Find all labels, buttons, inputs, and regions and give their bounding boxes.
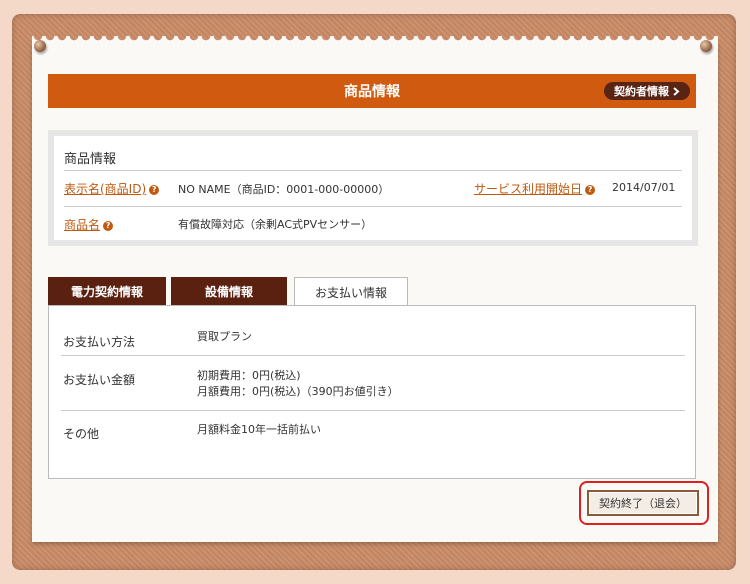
payment-amount-label: お支払い金額 <box>63 373 136 387</box>
divider <box>61 355 685 356</box>
end-contract-button[interactable]: 契約終了（退会） <box>587 490 699 516</box>
payment-amount-monthly: 月額費用：0円(税込)（390円お値引き） <box>197 385 399 398</box>
question-icon[interactable]: ? <box>149 185 160 195</box>
product-name-label: 商品名 <box>64 218 101 232</box>
chevron-right-icon <box>673 86 680 96</box>
contractor-info-label: 契約者情報 <box>614 85 669 98</box>
divider <box>61 410 685 411</box>
question-icon[interactable]: ? <box>585 185 596 195</box>
paper-torn-edge <box>32 36 718 48</box>
service-start-label: サービス利用開始日 <box>474 182 583 196</box>
tab-payment[interactable]: お支払い情報 <box>294 277 408 306</box>
display-name-link[interactable]: 表示名(商品ID)? <box>64 180 160 197</box>
payment-method-value: 買取プラン <box>197 330 252 343</box>
payment-panel: お支払い方法 買取プラン お支払い金額 初期費用：0円(税込) 月額費用：0円(… <box>48 305 696 479</box>
product-name-value: 有償故障対応（余剰AC式PVセンサー） <box>178 218 373 231</box>
other-value: 月額料金10年一括前払い <box>197 423 321 436</box>
divider <box>64 206 682 207</box>
contractor-info-button[interactable]: 契約者情報 <box>604 82 690 100</box>
tab-power-contract[interactable]: 電力契約情報 <box>48 277 166 305</box>
payment-method-label: お支払い方法 <box>63 335 136 349</box>
divider <box>64 170 682 171</box>
product-info-panel: 商品情報 表示名(商品ID)? NO NAME（商品ID：0001-000-00… <box>48 130 698 246</box>
payment-amount-initial: 初期費用：0円(税込) <box>197 369 301 382</box>
page-header: 商品情報 契約者情報 <box>48 74 696 108</box>
left-pin-icon <box>34 40 46 52</box>
service-start-value: 2014/07/01 <box>612 181 676 194</box>
display-name-value: NO NAME（商品ID：0001-000-00000） <box>178 183 390 196</box>
page-title: 商品情報 <box>344 84 400 100</box>
product-name-link[interactable]: 商品名? <box>64 216 114 233</box>
right-pin-icon <box>700 40 712 52</box>
product-section-title: 商品情報 <box>64 152 117 167</box>
display-name-label: 表示名(商品ID) <box>64 182 147 196</box>
other-label: その他 <box>63 427 100 441</box>
service-start-link[interactable]: サービス利用開始日? <box>474 180 596 197</box>
end-contract-highlight: 契約終了（退会） <box>579 481 709 525</box>
tab-equipment[interactable]: 設備情報 <box>171 277 287 305</box>
question-icon[interactable]: ? <box>103 221 114 231</box>
